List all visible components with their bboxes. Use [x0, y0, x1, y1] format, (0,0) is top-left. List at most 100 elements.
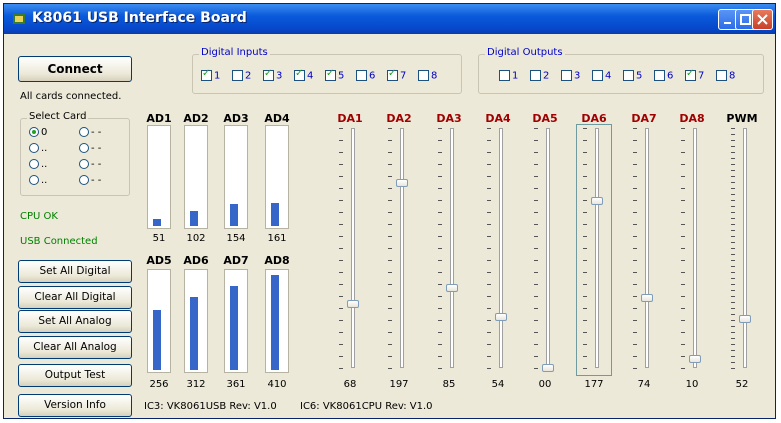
checkbox-digital-inputs-8[interactable]: 8	[418, 70, 437, 82]
select-card-radio[interactable]: - -	[79, 143, 101, 154]
slider-focus-rect	[576, 124, 612, 376]
checkbox-digital-outputs-1[interactable]: 1	[499, 70, 518, 82]
slider-tick	[388, 272, 392, 273]
checkbox-icon	[499, 70, 510, 81]
checkbox-digital-inputs-3[interactable]: 3	[263, 68, 282, 82]
title-bar[interactable]: K8061 USB Interface Board	[4, 4, 775, 34]
analog-output-slider-track[interactable]	[546, 128, 550, 368]
analog-output-slider-track[interactable]	[743, 128, 747, 368]
slider-tick	[438, 248, 442, 249]
slider-tick	[731, 254, 735, 255]
select-card-radio[interactable]: - -	[79, 175, 101, 186]
digital-outputs-group: Digital Outputs 1 2 3 4 5 6 7 8	[478, 47, 764, 94]
clear-all-digital-button[interactable]: Clear All Digital	[18, 286, 132, 309]
analog-output-slider-track[interactable]	[400, 128, 404, 368]
checkbox-digital-inputs-6[interactable]: 6	[356, 70, 375, 82]
analog-output-slider-track[interactable]	[645, 128, 649, 368]
select-card-radio[interactable]: ..	[29, 175, 47, 186]
analog-output-slider-thumb[interactable]	[396, 179, 408, 187]
checkbox-digital-outputs-3[interactable]: 3	[561, 70, 580, 82]
clear-all-analog-button[interactable]: Clear All Analog	[18, 336, 132, 359]
select-card-radio[interactable]: 0	[29, 127, 47, 138]
analog-output-slider-thumb[interactable]	[641, 294, 653, 302]
slider-tick	[534, 308, 538, 309]
analog-output-slider-track[interactable]	[499, 128, 503, 368]
analog-output-value: 74	[637, 379, 651, 390]
slider-tick	[534, 140, 538, 141]
analog-output-slider-thumb[interactable]	[542, 364, 554, 372]
version-info-button[interactable]: Version Info	[18, 394, 132, 417]
select-card-radio[interactable]: ..	[29, 159, 47, 170]
analog-output-slider-track[interactable]	[693, 128, 697, 368]
checkbox-digital-inputs-2[interactable]: 2	[232, 70, 251, 82]
checkbox-icon	[561, 70, 572, 81]
analog-input-meter	[224, 125, 248, 229]
analog-output-value: 85	[442, 379, 456, 390]
slider-tick	[438, 308, 442, 309]
analog-output-slider-thumb[interactable]	[347, 300, 359, 308]
slider-tick	[583, 368, 587, 369]
select-card-radio[interactable]: - -	[79, 127, 101, 138]
checkbox-digital-inputs-5[interactable]: 5	[325, 68, 344, 82]
analog-output-slider-track[interactable]	[595, 128, 599, 368]
slider-tick	[633, 368, 637, 369]
checkbox-icon	[418, 70, 429, 81]
slider-tick	[487, 308, 491, 309]
analog-input-name: AD3	[223, 112, 249, 125]
close-button[interactable]	[752, 9, 773, 30]
select-card-radio[interactable]: - -	[79, 159, 101, 170]
set-all-digital-button[interactable]: Set All Digital	[18, 260, 132, 283]
slider-tick	[339, 140, 343, 141]
checkbox-digital-inputs-7[interactable]: 7	[387, 68, 406, 82]
slider-tick	[633, 332, 637, 333]
select-card-radio[interactable]: ..	[29, 143, 47, 154]
set-all-analog-button[interactable]: Set All Analog	[18, 310, 132, 333]
slider-tick	[487, 140, 491, 141]
ic6-version: IC6: VK8061CPU Rev: V1.0	[300, 401, 433, 412]
slider-tick	[731, 302, 735, 303]
analog-input-value: 410	[267, 379, 287, 390]
slider-tick	[681, 248, 685, 249]
slider-tick	[681, 368, 685, 369]
checkbox-label: 1	[512, 70, 519, 82]
ic3-version: IC3: VK8061USB Rev: V1.0	[144, 401, 277, 412]
checkbox-digital-outputs-2[interactable]: 2	[530, 70, 549, 82]
analog-output-slider-thumb[interactable]	[446, 284, 458, 292]
analog-output-slider-track[interactable]	[351, 128, 355, 368]
slider-tick	[438, 296, 442, 297]
analog-output-value: 52	[735, 379, 749, 390]
slider-tick	[534, 356, 538, 357]
analog-output-slider-thumb[interactable]	[689, 355, 701, 363]
connect-button[interactable]: Connect	[18, 56, 132, 82]
analog-output-name: DA2	[386, 112, 412, 125]
checkbox-digital-outputs-4[interactable]: 4	[592, 70, 611, 82]
slider-ticks	[583, 128, 587, 369]
slider-tick	[534, 128, 538, 129]
slider-tick	[731, 188, 735, 189]
slider-tick	[388, 296, 392, 297]
radio-circle-icon	[79, 127, 89, 137]
checkbox-digital-outputs-8[interactable]: 8	[716, 70, 735, 82]
slider-tick	[438, 152, 442, 153]
analog-output-slider-thumb[interactable]	[591, 197, 603, 205]
checkbox-digital-inputs-4[interactable]: 4	[294, 68, 314, 82]
slider-tick	[731, 284, 735, 285]
slider-tick	[339, 200, 343, 201]
analog-output-slider-thumb[interactable]	[495, 313, 507, 321]
analog-output-slider-track[interactable]	[450, 128, 454, 368]
output-test-button[interactable]: Output Test	[18, 364, 132, 387]
checkbox-label: 4	[307, 70, 314, 82]
checkbox-digital-outputs-6[interactable]: 6	[654, 70, 673, 82]
checkbox-digital-outputs-5[interactable]: 5	[623, 70, 642, 82]
slider-tick	[438, 332, 442, 333]
analog-output-slider-thumb[interactable]	[739, 315, 751, 323]
slider-tick	[633, 152, 637, 153]
slider-tick	[731, 146, 735, 147]
slider-tick	[583, 128, 587, 129]
slider-tick	[438, 356, 442, 357]
slider-ticks	[534, 128, 538, 369]
checkbox-digital-inputs-1[interactable]: 1	[201, 68, 220, 82]
slider-tick	[731, 206, 735, 207]
slider-tick	[339, 212, 343, 213]
checkbox-digital-outputs-7[interactable]: 7	[685, 68, 704, 82]
